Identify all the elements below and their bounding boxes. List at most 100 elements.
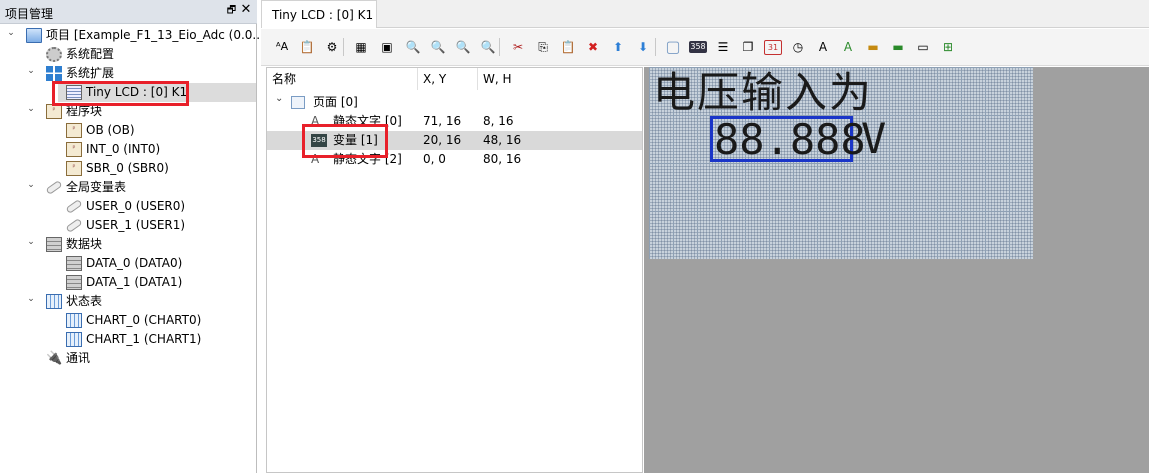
cut-icon[interactable]: ✂ (509, 38, 527, 56)
image-list-icon[interactable]: ▬ (889, 38, 907, 56)
list-item-name: 页面 [0] (313, 95, 358, 109)
chevron-down-icon[interactable]: ⌄ (26, 102, 36, 121)
tree-item-label: 数据块 (66, 237, 103, 251)
tree-item[interactable]: ⌄ 状态表 (0, 292, 256, 311)
list-item[interactable]: ⌄ 页面 [0] (267, 93, 642, 112)
tree-item-label: 状态表 (66, 294, 103, 308)
chevron-down-icon[interactable]: ⌄ (6, 26, 16, 45)
settings-icon[interactable]: ⚙ (323, 38, 341, 56)
tree-item[interactable]: ⌄ 数据块 (0, 235, 256, 254)
tree-icon[interactable]: ⊞ (939, 38, 957, 56)
tree-item-label: USER_1 (USER1) (86, 218, 186, 232)
layers-icon[interactable]: ❐ (739, 38, 757, 56)
chevron-down-icon[interactable]: ⌄ (26, 178, 36, 197)
snap-grid-icon[interactable]: ▣ (378, 38, 396, 56)
tag-icon (65, 218, 83, 233)
tree-item[interactable]: CHART_0 (CHART0) (0, 311, 256, 330)
font-size-icon[interactable]: ᴬA (273, 38, 291, 56)
tree-item[interactable]: USER_1 (USER1) (0, 216, 256, 235)
project-manager-panel: 项目管理 🗗 ✕ ⌄ 项目 [Example_F1_13_Eio_Adc (0.0… (0, 0, 264, 473)
computer-icon (26, 28, 42, 43)
chevron-down-icon[interactable]: ⌄ (26, 235, 36, 254)
page-icon (291, 96, 305, 109)
toolbar-separator (343, 38, 344, 56)
column-header-xy[interactable]: X, Y (418, 68, 478, 90)
tree-item-label: DATA_0 (DATA0) (86, 256, 183, 270)
tree-item[interactable]: 🔌 通讯 (0, 349, 256, 368)
list-item-wh: 48, 16 (483, 133, 522, 147)
grid-toggle-icon[interactable]: ▦ (352, 38, 370, 56)
tree-item[interactable]: ⌄ 项目 [Example_F1_13_Eio_Adc (0.0... (0, 26, 264, 45)
list-item-xy: 0, 0 (423, 152, 446, 166)
zoom-out-icon[interactable]: 🔍 (429, 38, 447, 56)
tree-item-label: CHART_0 (CHART0) (86, 313, 202, 327)
zoom-reset-icon[interactable]: 🔍 (479, 38, 497, 56)
tree-item-label: 系统配置 (66, 47, 115, 61)
close-icon[interactable]: ✕ (240, 3, 252, 16)
delete-icon[interactable]: ✖ (584, 38, 602, 56)
zoom-fit-icon[interactable]: 🔍 (454, 38, 472, 56)
tree-item[interactable]: ⌄ 全局变量表 (0, 178, 256, 197)
dynamic-text-icon[interactable]: A (839, 38, 857, 56)
list-item-xy: 71, 16 (423, 114, 462, 128)
tab-label: Tiny LCD : [0] K1 (272, 8, 374, 22)
zoom-in-icon[interactable]: 🔍 (404, 38, 422, 56)
tree-item-label: SBR_0 (SBR0) (86, 161, 169, 175)
calendar-icon[interactable]: 31 (764, 40, 782, 55)
copy-icon[interactable]: ⎘ (534, 38, 552, 56)
toolbar-separator (655, 38, 656, 56)
tree-item-label: INT_0 (INT0) (86, 142, 161, 156)
align-icon[interactable]: ☰ (714, 38, 732, 56)
tree-item-label: 项目 [Example_F1_13_Eio_Adc (0.0... (46, 28, 264, 42)
program-icon: ᵖ (66, 161, 82, 176)
chart-table-icon (66, 332, 82, 347)
variable-icon[interactable]: 358 (689, 41, 707, 53)
tree-item[interactable]: ᵖ SBR_0 (SBR0) (0, 159, 256, 178)
float-window-icon[interactable]: 🗗 (226, 5, 237, 16)
static-text-icon[interactable]: A (814, 38, 832, 56)
tag-icon (45, 180, 63, 195)
lcd-canvas-area[interactable]: 电压输入为 88.888 V (644, 67, 1149, 473)
move-up-icon[interactable]: ⬆ (609, 38, 627, 56)
tree-item[interactable]: 系统配置 (0, 45, 256, 64)
chevron-down-icon[interactable]: ⌄ (275, 89, 283, 108)
database-icon (66, 256, 82, 271)
bar-icon[interactable]: ▭ (914, 38, 932, 56)
image-icon[interactable]: ▬ (864, 38, 882, 56)
page-icon[interactable]: ▢ (664, 38, 682, 56)
highlight-box (52, 81, 189, 106)
tree-item[interactable]: ᵖ INT_0 (INT0) (0, 140, 256, 159)
clock-icon[interactable]: ◷ (789, 38, 807, 56)
lcd-variable-box[interactable]: 88.888 (710, 116, 866, 162)
tree-item[interactable]: DATA_0 (DATA0) (0, 254, 256, 273)
paste-icon[interactable]: 📋 (559, 38, 577, 56)
list-item-wh: 8, 16 (483, 114, 514, 128)
program-icon: ᵖ (46, 104, 62, 119)
column-header-name[interactable]: 名称 (267, 68, 418, 90)
plug-icon: 🔌 (46, 351, 63, 366)
paste-format-icon[interactable]: 📋 (298, 38, 316, 56)
tree-item[interactable]: ᵖ OB (OB) (0, 121, 256, 140)
tree-item-label: DATA_1 (DATA1) (86, 275, 183, 289)
tree-item[interactable]: CHART_1 (CHART1) (0, 330, 256, 349)
tag-icon (65, 199, 83, 214)
tree-item-label: CHART_1 (CHART1) (86, 332, 202, 346)
tree-item[interactable]: USER_0 (USER0) (0, 197, 256, 216)
database-icon (66, 275, 82, 290)
column-header-wh[interactable]: W, H (478, 68, 642, 90)
editor-tab-strip: Tiny LCD : [0] K1 (261, 0, 1149, 28)
lcd-screen[interactable]: 电压输入为 88.888 V (649, 67, 1033, 259)
program-icon: ᵖ (66, 123, 82, 138)
tree-item-label: 通讯 (66, 351, 91, 365)
tab-tiny-lcd[interactable]: Tiny LCD : [0] K1 (261, 0, 377, 28)
program-icon: ᵖ (66, 142, 82, 157)
move-down-icon[interactable]: ⬇ (634, 38, 652, 56)
editor-toolbar: ᴬA 📋 ⚙ ▦ ▣ 🔍 🔍 🔍 🔍 ✂ ⎘ 📋 ✖ ⬆ ⬇ ▢ 358 ☰ ❐ 31 ◷ A A ▬ ▬ ▭ ⊞ (261, 29, 1149, 66)
chevron-down-icon[interactable]: ⌄ (26, 64, 36, 83)
chevron-down-icon[interactable]: ⌄ (26, 292, 36, 311)
lcd-static-text[interactable]: 电压输入为 (653, 69, 873, 117)
lcd-unit-text[interactable]: V (861, 117, 886, 161)
lcd-variable-text: 88.888 (714, 115, 866, 164)
tree-item[interactable]: DATA_1 (DATA1) (0, 273, 256, 292)
tree-item-label: USER_0 (USER0) (86, 199, 186, 213)
